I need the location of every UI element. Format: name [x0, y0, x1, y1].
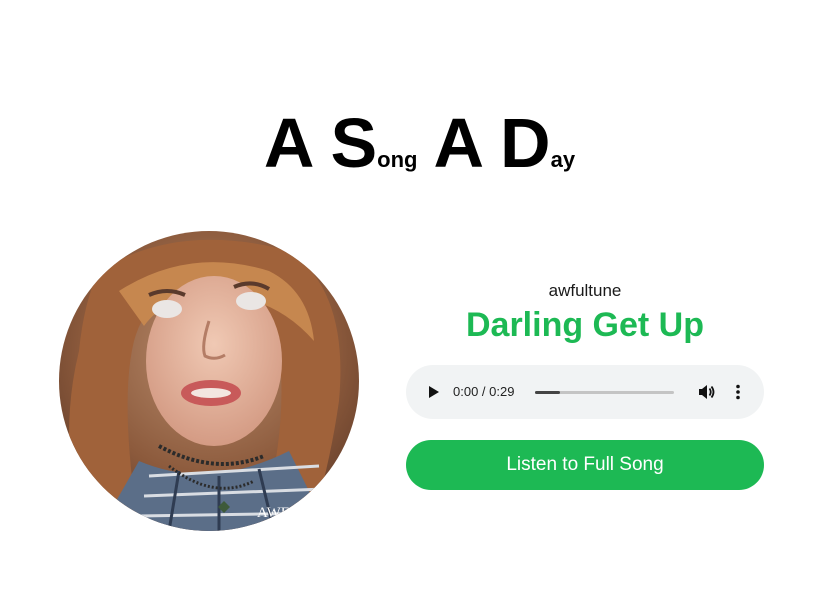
page: A Song A Day AWF awfultune Darling Get U…	[0, 0, 839, 595]
time-display: 0:00 / 0:29	[453, 384, 515, 399]
title-word-4: Day	[500, 104, 576, 182]
audio-player: 0:00 / 0:29	[406, 365, 764, 419]
listen-full-song-button[interactable]: Listen to Full Song	[406, 440, 764, 490]
player-panel: awfultune Darling Get Up 0:00 / 0:29 Lis…	[406, 280, 764, 490]
play-icon[interactable]	[423, 382, 443, 402]
artist-name: awfultune	[548, 281, 622, 300]
artwork-image: AWF	[59, 231, 359, 531]
volume-icon[interactable]	[696, 382, 716, 402]
artwork-watermark: AWF	[257, 505, 289, 521]
site-title: A Song A Day	[0, 108, 839, 178]
title-word-1: A	[263, 104, 315, 182]
title-word-2: Song	[330, 104, 418, 182]
album-artwork: AWF	[59, 231, 359, 531]
more-vertical-icon[interactable]	[728, 382, 748, 402]
progress-slider[interactable]	[535, 391, 674, 394]
song-title: Darling Get Up	[465, 306, 705, 344]
progress-fill	[535, 391, 561, 394]
title-word-3: A	[433, 104, 485, 182]
